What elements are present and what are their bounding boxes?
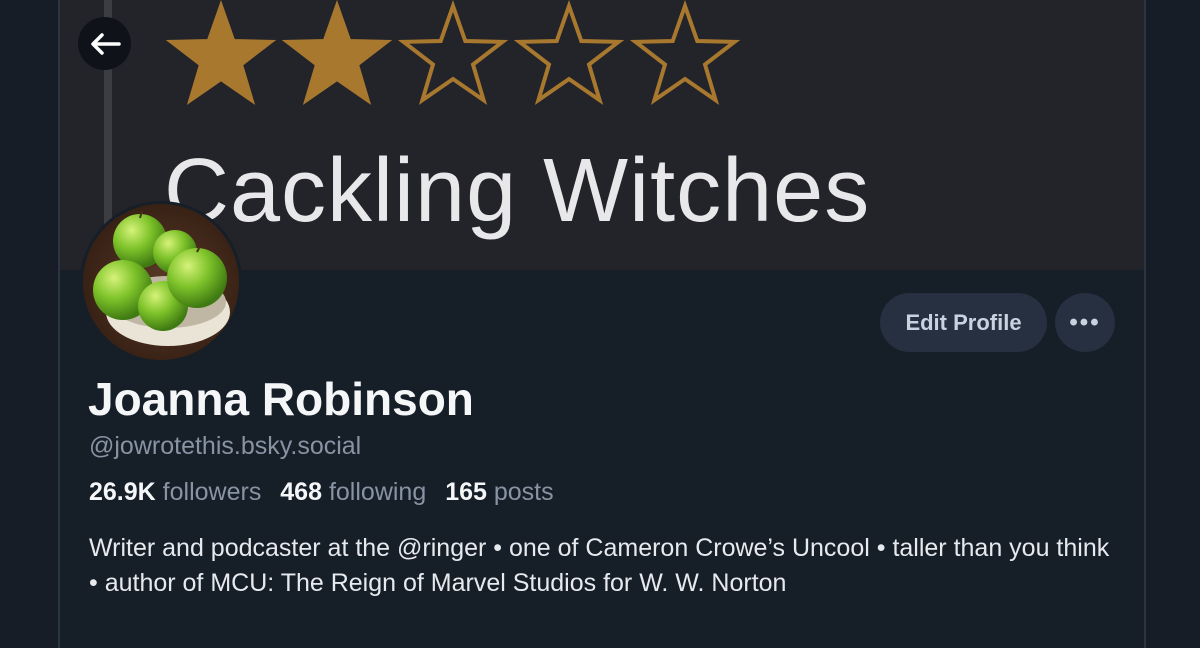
avatar[interactable] [80,201,242,363]
followers-count: 26.9K [89,478,156,506]
followers-link[interactable]: 26.9K followers [89,478,261,506]
following-count: 468 [280,478,322,506]
posts-count-item: 165 posts [445,478,553,506]
star-outline-icon [629,0,741,105]
banner-star-rating [164,0,742,108]
banner-text: Cackling Witches [164,141,871,241]
posts-count: 165 [445,478,487,506]
profile-bio: Writer and podcaster at the @ringer • on… [89,534,1110,597]
back-button[interactable] [78,17,131,70]
profile-screen: Cackling Witches Edit Profile ••• Joanna… [0,0,1200,648]
arrow-left-icon [90,32,121,55]
posts-label: posts [493,478,554,506]
edit-profile-button[interactable]: Edit Profile [880,293,1047,352]
following-label: following [328,478,427,506]
profile-handle: @jowrotethis.bsky.social [89,432,362,460]
star-filled-icon [281,0,393,105]
following-link[interactable]: 468 following [280,478,426,506]
ellipsis-icon: ••• [1069,308,1101,336]
more-options-button[interactable]: ••• [1055,293,1115,352]
green-apples-bowl-icon [83,204,239,360]
star-outline-icon [397,0,509,105]
star-filled-icon [165,0,277,105]
display-name: Joanna Robinson [88,373,474,425]
profile-stats: 26.9K followers 468 following 165 posts [89,478,566,507]
followers-label: followers [162,478,262,506]
star-outline-icon [513,0,625,105]
